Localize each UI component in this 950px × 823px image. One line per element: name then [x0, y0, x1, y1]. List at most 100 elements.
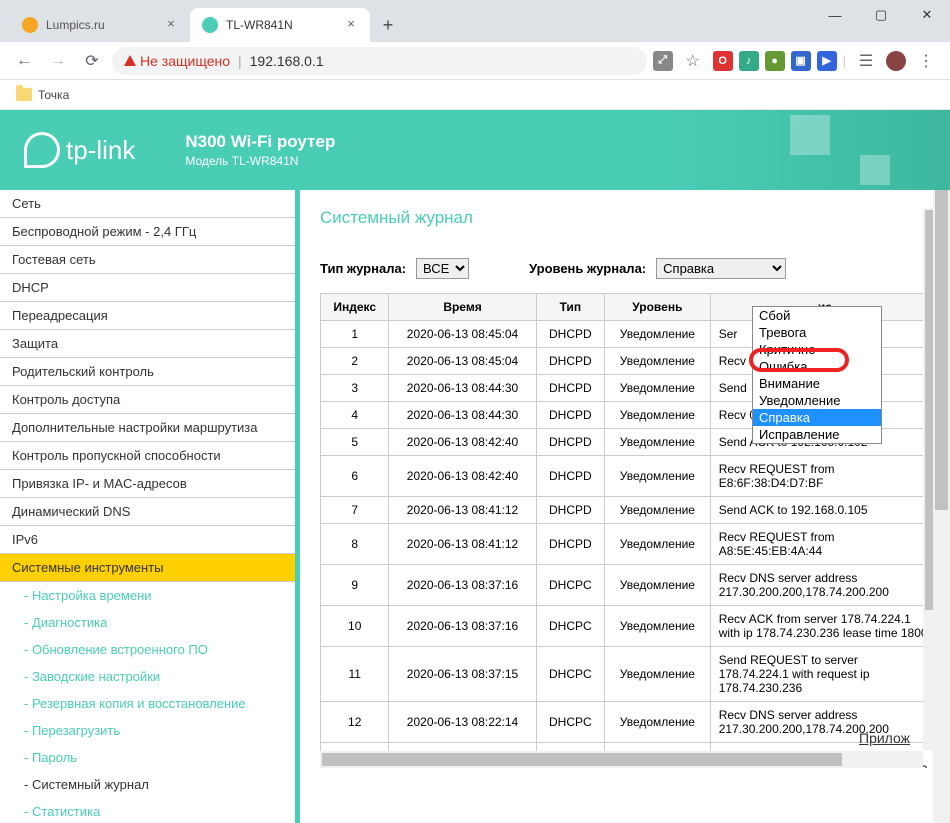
table-cell: 2020-06-13 08:44:30 [389, 402, 536, 429]
window-controls: — ▢ ✕ [812, 0, 950, 42]
table-header: Время [389, 294, 536, 321]
sidebar-item[interactable]: Привязка IP- и MAC-адресов [0, 470, 295, 498]
table-cell: 8 [321, 524, 389, 565]
page-title: Системный журнал [320, 208, 940, 228]
table-cell: 1 [321, 321, 389, 348]
bookmark-item[interactable]: Точка [38, 88, 69, 102]
dropdown-option[interactable]: Ошибка [753, 358, 881, 375]
sidebar-sub-item[interactable]: - Пароль [0, 744, 295, 771]
sidebar-item[interactable]: Динамический DNS [0, 498, 295, 526]
sidebar-sub-item[interactable]: - Статистика [0, 798, 295, 823]
url-field[interactable]: Не защищено | 192.168.0.1 [112, 47, 647, 75]
maximize-button[interactable]: ▢ [858, 0, 904, 30]
warning-icon [124, 55, 136, 66]
translate-icon[interactable]: ⤢ [653, 51, 673, 71]
content-pane: Системный журнал Тип журнала: ВСЕ Уровен… [300, 190, 950, 823]
sidebar-item[interactable]: Родительский контроль [0, 358, 295, 386]
sidebar-sub-item[interactable]: - Перезагрузить [0, 717, 295, 744]
sidebar-sub-item[interactable]: - Диагностика [0, 609, 295, 636]
extension-icon[interactable]: ▣ [791, 51, 811, 71]
browser-tab-active[interactable]: TL-WR841N × [190, 8, 370, 42]
sidebar-item[interactable]: Защита [0, 330, 295, 358]
sidebar-item[interactable]: Контроль пропускной способности [0, 442, 295, 470]
table-cell: Send REQUEST to server 178.74.224.1 with… [710, 647, 939, 702]
table-cell: Recv REQUEST from A8:5E:45:EB:4A:44 [710, 524, 939, 565]
url-text: 192.168.0.1 [250, 53, 324, 69]
log-type-select[interactable]: ВСЕ [416, 258, 469, 279]
dropdown-option[interactable]: Внимание [753, 375, 881, 392]
close-icon[interactable]: × [164, 18, 178, 32]
table-cell: 10 [321, 606, 389, 647]
log-level-select[interactable]: Справка [656, 258, 786, 279]
sidebar-sub-item[interactable]: - Резервная копия и восстановление [0, 690, 295, 717]
table-cell: 9 [321, 565, 389, 606]
router-title: N300 Wi-Fi роутер [185, 132, 335, 152]
browser-titlebar: Lumpics.ru × TL-WR841N × + — ▢ ✕ [0, 0, 950, 42]
sidebar-item[interactable]: Беспроводной режим - 2,4 ГГц [0, 218, 295, 246]
sidebar: СетьБеспроводной режим - 2,4 ГГцГостевая… [0, 190, 300, 823]
table-header: Индекс [321, 294, 389, 321]
table-cell: 2020-06-13 08:37:16 [389, 606, 536, 647]
scrollbar-thumb[interactable] [322, 753, 842, 766]
table-cell: DHCPC [536, 647, 604, 702]
new-tab-button[interactable]: + [374, 11, 402, 39]
back-button[interactable]: ← [10, 47, 38, 75]
sidebar-item[interactable]: Сеть [0, 190, 295, 218]
menu-icon[interactable]: ⋮ [912, 47, 940, 75]
main-area: СетьБеспроводной режим - 2,4 ГГцГостевая… [0, 190, 950, 823]
table-cell: 11 [321, 647, 389, 702]
close-button[interactable]: ✕ [904, 0, 950, 30]
extension-icon[interactable]: ● [765, 51, 785, 71]
bookmark-star-icon[interactable]: ☆ [679, 47, 707, 75]
extension-icon[interactable]: ▶ [817, 51, 837, 71]
sidebar-sub-item[interactable]: - Обновление встроенного ПО [0, 636, 295, 663]
header-pattern [750, 110, 950, 190]
reload-button[interactable]: ⟳ [78, 47, 106, 75]
scrollbar-thumb[interactable] [935, 190, 948, 510]
dropdown-option[interactable]: Исправление [753, 426, 881, 443]
favicon-icon [202, 17, 218, 33]
table-cell: 2 [321, 348, 389, 375]
table-cell: DHCPD [536, 321, 604, 348]
sidebar-item[interactable]: Дополнительные настройки маршрутиза [0, 414, 295, 442]
extension-icon[interactable]: ♪ [739, 51, 759, 71]
table-cell: 2020-06-13 08:42:40 [389, 429, 536, 456]
table-cell: 5 [321, 429, 389, 456]
folder-icon [16, 88, 32, 101]
dropdown-option[interactable]: Справка [753, 409, 881, 426]
sidebar-item[interactable]: Контроль доступа [0, 386, 295, 414]
table-cell: Уведомление [605, 375, 711, 402]
dropdown-option[interactable]: Сбой [753, 307, 881, 324]
dropdown-option[interactable]: Критично [753, 341, 881, 358]
table-cell: Send ACK to 192.168.0.105 [710, 497, 939, 524]
horizontal-scrollbar[interactable] [320, 751, 923, 768]
sidebar-item-active[interactable]: Системные инструменты [0, 554, 295, 582]
sidebar-item[interactable]: DHCP [0, 274, 295, 302]
sidebar-sub-item[interactable]: - Системный журнал [0, 771, 295, 798]
table-cell: Recv DNS server address 217.30.200.200,1… [710, 565, 939, 606]
sidebar-sub-item[interactable]: - Настройка времени [0, 582, 295, 609]
forward-button[interactable]: → [44, 47, 72, 75]
sidebar-item[interactable]: Гостевая сеть [0, 246, 295, 274]
dropdown-option[interactable]: Тревога [753, 324, 881, 341]
table-cell: DHCPD [536, 456, 604, 497]
log-level-dropdown[interactable]: СбойТревогаКритичноОшибкаВниманиеУведомл… [752, 306, 882, 444]
reading-list-icon[interactable]: ☰ [852, 47, 880, 75]
page-scrollbar[interactable] [933, 190, 950, 823]
dropdown-option[interactable]: Уведомление [753, 392, 881, 409]
log-type-label: Тип журнала: [320, 261, 406, 276]
close-icon[interactable]: × [344, 18, 358, 32]
extension-icon[interactable]: O [713, 51, 733, 71]
sidebar-item[interactable]: Переадресация [0, 302, 295, 330]
minimize-button[interactable]: — [812, 0, 858, 30]
profile-avatar[interactable] [886, 51, 906, 71]
sidebar-item[interactable]: IPv6 [0, 526, 295, 554]
table-cell: 3 [321, 375, 389, 402]
table-cell: 12 [321, 702, 389, 743]
table-cell: Уведомление [605, 456, 711, 497]
address-bar: ← → ⟳ Не защищено | 192.168.0.1 ⤢ ☆ O ♪ … [0, 42, 950, 80]
sidebar-sub-item[interactable]: - Заводские настройки [0, 663, 295, 690]
footer-link[interactable]: Прилож [859, 730, 910, 746]
table-cell: 2020-06-13 08:45:04 [389, 321, 536, 348]
browser-tab[interactable]: Lumpics.ru × [10, 8, 190, 42]
